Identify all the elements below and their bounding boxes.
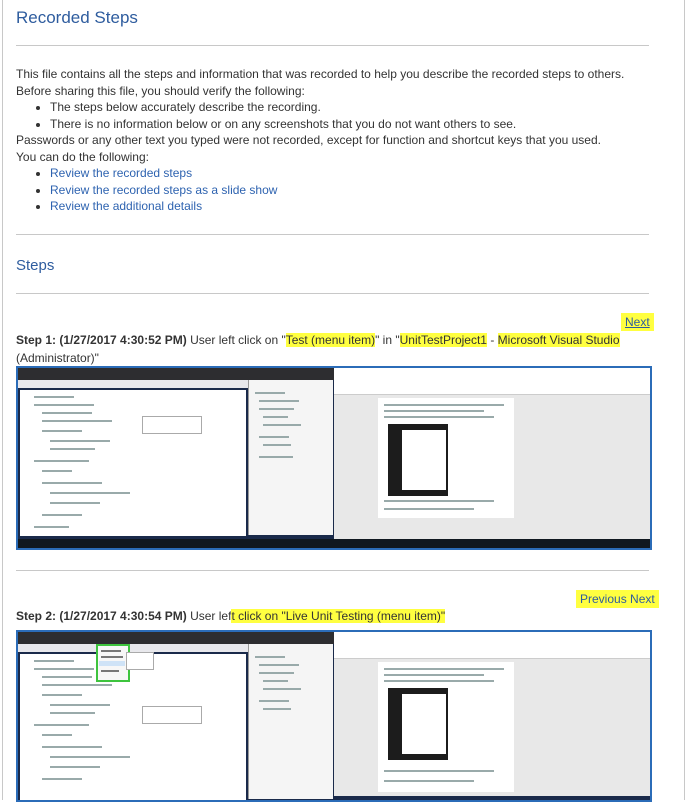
step1-description: Step 1: (1/27/2017 4:30:52 PM) User left… (16, 331, 641, 367)
step1-text: - (486, 333, 498, 347)
review-steps-link[interactable]: Review the recorded steps (50, 166, 192, 180)
intro-line-4: You can do the following: (16, 149, 149, 164)
test-menu-dropdown (96, 644, 130, 682)
step1-label: Step 1: (1/27/2017 4:30:52 PM) (16, 333, 187, 347)
submenu-popup (126, 652, 154, 670)
tooltip-popup (142, 416, 202, 434)
divider (16, 45, 649, 46)
divider (16, 570, 649, 571)
step1-target: Test (menu item) (285, 333, 376, 347)
intro-section: This file contains all the steps and inf… (16, 66, 656, 215)
verify-item: There is no information below or on any … (50, 116, 656, 133)
step2-next-link[interactable]: Next (630, 592, 655, 606)
word-window (334, 632, 650, 796)
step1-next-link[interactable]: Next (621, 313, 654, 331)
review-slideshow-link[interactable]: Review the recorded steps as a slide sho… (50, 183, 277, 197)
intro-line-3: Passwords or any other text you typed we… (16, 133, 601, 147)
step2-screenshot[interactable] (16, 630, 652, 802)
vs-editor (20, 390, 246, 536)
steps-heading: Steps (16, 257, 55, 274)
verify-list: The steps below accurately describe the … (16, 99, 656, 132)
review-details-link[interactable]: Review the additional details (50, 199, 202, 213)
step1-window-a: UnitTestProject1 (399, 333, 487, 347)
step2-text: User lef (190, 609, 232, 623)
step2-nav: Previous Next (576, 590, 659, 608)
divider (16, 234, 649, 235)
word-document (378, 398, 514, 518)
tooltip-popup (142, 706, 202, 724)
page-title: Recorded Steps (16, 8, 138, 27)
options-list: Review the recorded steps Review the rec… (16, 165, 656, 215)
intro-line-1: This file contains all the steps and inf… (16, 67, 625, 81)
step2-previous-link[interactable]: Previous (580, 592, 627, 606)
vs-editor (20, 644, 246, 800)
step1-text: " in " (375, 333, 400, 347)
step1-text: (Administrator)" (16, 351, 99, 365)
step2-target: t click on "Live Unit Testing (menu item… (231, 609, 446, 623)
windows-taskbar (18, 539, 650, 548)
word-ribbon (334, 368, 650, 395)
verify-item: The steps below accurately describe the … (50, 99, 656, 116)
divider (16, 293, 649, 294)
word-ribbon (334, 632, 650, 659)
step2-description: Step 2: (1/27/2017 4:30:54 PM) User left… (16, 607, 641, 625)
word-window (334, 368, 650, 540)
step1-screenshot[interactable] (16, 366, 652, 550)
vs-solution-explorer (248, 644, 333, 799)
vs-solution-explorer (248, 380, 333, 535)
step1-window-b: Microsoft Visual Studio (497, 333, 620, 347)
word-document (378, 662, 514, 792)
step1-text: User left click on " (190, 333, 286, 347)
step2-label: Step 2: (1/27/2017 4:30:54 PM) (16, 609, 187, 623)
intro-line-2: Before sharing this file, you should ver… (16, 83, 305, 98)
